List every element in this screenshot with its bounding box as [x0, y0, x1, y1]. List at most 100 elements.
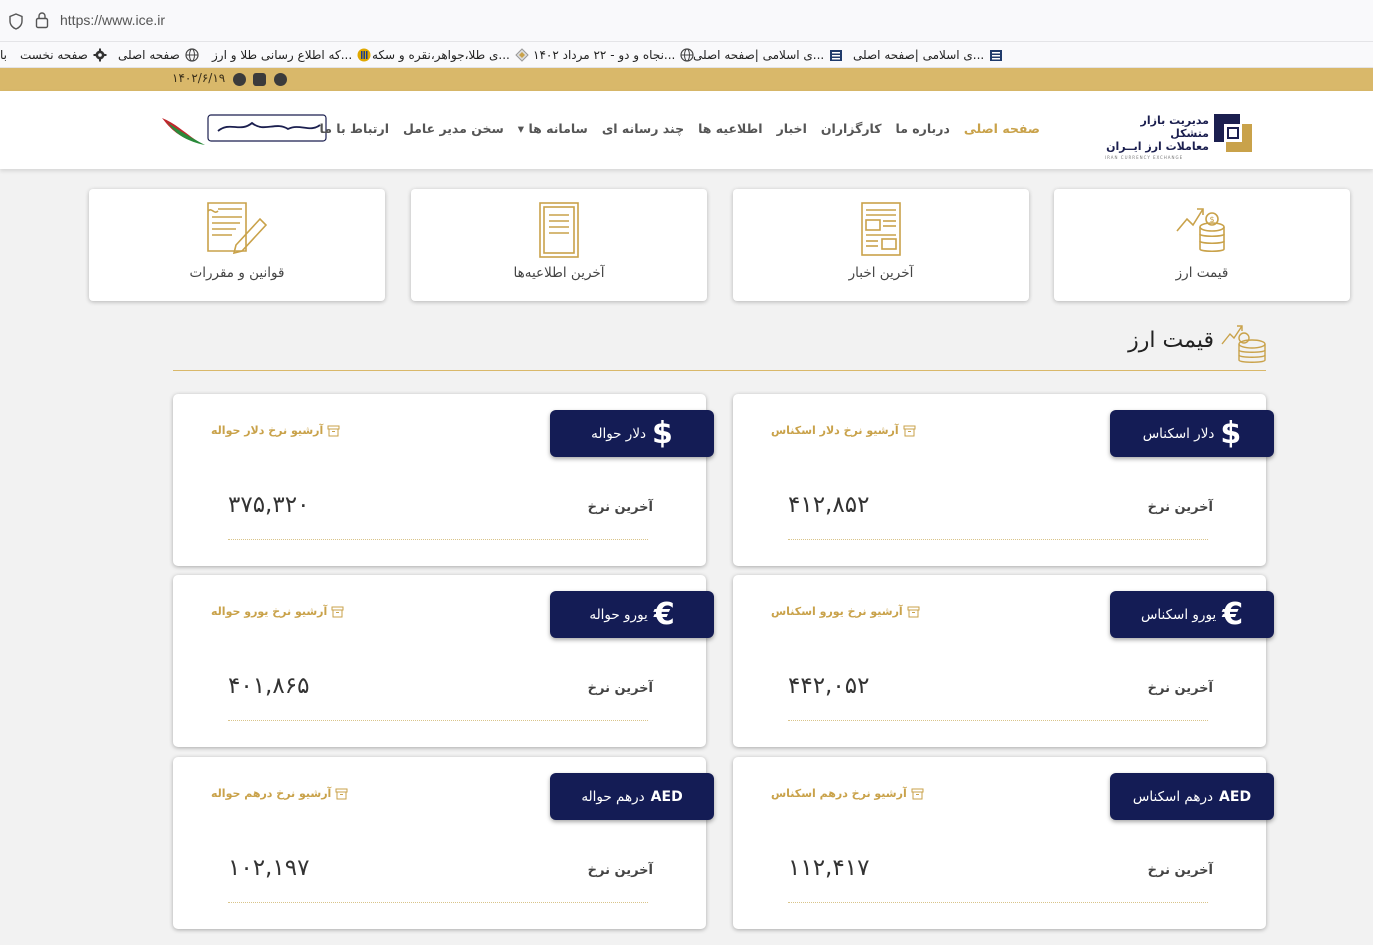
- rate-badge[interactable]: $ دلار حواله: [550, 410, 714, 457]
- archive-link[interactable]: آرشیو نرخ درهم اسکناس: [771, 787, 924, 800]
- rate-badge[interactable]: $ دلار اسکناس: [1110, 410, 1274, 457]
- last-rate-label: آخرین نرخ: [587, 500, 653, 515]
- category-card-announcements[interactable]: آخرین اطلاعیه‌ها: [411, 189, 707, 301]
- category-card-currency[interactable]: $ قیمت ارز: [1054, 189, 1350, 301]
- bookmark-label: ...ی اسلامی |صفحه اصلی: [853, 48, 985, 62]
- bookmarks-bar: با صفحه نخست صفحه اصلی ...که اطلاع رسانی…: [0, 42, 1373, 68]
- section-title: قیمت ارز: [1128, 328, 1214, 353]
- bookmark-label: ...ی طلا،جواهر،نقره و سکه: [372, 48, 510, 62]
- archive-label: آرشیو نرخ درهم حواله: [211, 787, 332, 800]
- rate-card-aed-transfer: AED درهم حواله آرشیو نرخ درهم حواله آخری…: [173, 757, 714, 929]
- currency-price-icon: [1221, 325, 1266, 363]
- logo-line3: IRAN CURRENCY EXCHANGE: [1105, 155, 1184, 160]
- url-field[interactable]: https://www.ice.ir: [60, 12, 165, 28]
- rate-value: ۴۴۲,۰۵۲: [788, 673, 870, 699]
- bookmark-label: صفحه اصلی: [118, 48, 180, 62]
- category-label: آخرین اخبار: [848, 265, 914, 281]
- main-nav: صفحه اصلی درباره ما کارگزاران اخبار اطلا…: [320, 121, 1041, 141]
- dotted-divider: [788, 902, 1208, 903]
- bookmark-item[interactable]: ...ی اسلامی |صفحه اصلی: [853, 46, 1003, 64]
- bookmark-item[interactable]: ...نجاه و دو - ۲۲ مرداد ۱۴۰۲: [533, 46, 694, 64]
- last-rate-label: آخرین نرخ: [587, 863, 653, 878]
- logo-mark-icon[interactable]: [1210, 110, 1256, 156]
- rate-badge[interactable]: € یورو اسکناس: [1110, 591, 1274, 638]
- rate-badge[interactable]: € یورو حواله: [550, 591, 714, 638]
- dotted-divider: [788, 720, 1208, 721]
- archive-link[interactable]: آرشیو نرخ یورو حواله: [211, 605, 344, 618]
- archive-label: آرشیو نرخ یورو اسکناس: [771, 605, 903, 618]
- nav-home[interactable]: صفحه اصلی: [964, 121, 1040, 141]
- aed-icon: AED: [1219, 788, 1252, 805]
- bookmark-label: ...نجاه و دو - ۲۲ مرداد ۱۴۰۲: [533, 48, 676, 62]
- top-info-strip: ۱۴۰۲/۶/۱۹: [0, 68, 1373, 91]
- instagram-icon[interactable]: [253, 73, 266, 86]
- lock-icon[interactable]: [35, 11, 49, 29]
- category-label: آخرین اطلاعیه‌ها: [513, 265, 605, 281]
- rate-badge[interactable]: AED درهم اسکناس: [1110, 773, 1274, 820]
- rate-value: ۴۱۲,۸۵۲: [788, 492, 870, 518]
- archive-label: آرشیو نرخ دلار حواله: [211, 424, 324, 437]
- dollar-icon: $: [652, 416, 673, 451]
- site-icon: [357, 48, 371, 62]
- nav-contact[interactable]: ارتباط با ما: [320, 121, 389, 141]
- bookmark-item[interactable]: با: [0, 46, 7, 64]
- bookmark-item[interactable]: ...که اطلاع رسانی طلا و ارز: [212, 46, 371, 64]
- rate-card-aed-cash: AED درهم اسکناس آرشیو نرخ درهم اسکناس آخ…: [733, 757, 1274, 929]
- nav-systems-label: سامانه ها: [528, 121, 588, 136]
- nav-brokers[interactable]: کارگزاران: [821, 121, 882, 141]
- section-divider: [173, 370, 1266, 371]
- slogan-banner[interactable]: [160, 103, 330, 153]
- rate-name: یورو حواله: [589, 606, 648, 623]
- last-rate-label: آخرین نرخ: [1147, 500, 1213, 515]
- rate-card-eur-transfer: € یورو حواله آرشیو نرخ یورو حواله آخرین …: [173, 575, 714, 747]
- category-card-news[interactable]: آخرین اخبار: [733, 189, 1029, 301]
- rate-name: درهم اسکناس: [1132, 788, 1214, 805]
- nav-multimedia[interactable]: چند رسانه ای: [602, 121, 684, 141]
- logo-line1: مدیریت بازار متشکل: [1140, 114, 1209, 140]
- last-rate-label: آخرین نرخ: [1147, 863, 1213, 878]
- rate-card-eur-cash: € یورو اسکناس آرشیو نرخ یورو اسکناس آخری…: [733, 575, 1274, 747]
- bookmark-item[interactable]: صفحه اصلی: [118, 46, 199, 64]
- rate-badge[interactable]: AED درهم حواله: [550, 773, 714, 820]
- building-icon: [829, 48, 843, 62]
- nav-news[interactable]: اخبار: [777, 121, 807, 141]
- archive-link[interactable]: آرشیو نرخ دلار اسکناس: [771, 424, 916, 437]
- bookmark-item[interactable]: صفحه نخست: [20, 46, 107, 64]
- bookmark-item[interactable]: ...ی اسلامی |صفحه اصلی: [693, 46, 843, 64]
- document-icon: [539, 202, 579, 258]
- svg-text:$: $: [1209, 215, 1214, 224]
- shield-icon[interactable]: [8, 13, 24, 30]
- archive-label: آرشیو نرخ یورو حواله: [211, 605, 328, 618]
- bookmark-item[interactable]: ...ی طلا،جواهر،نقره و سکه: [372, 46, 529, 64]
- last-rate-label: آخرین نرخ: [587, 681, 653, 696]
- euro-icon: €: [1222, 597, 1244, 632]
- contract-pen-icon: [207, 202, 268, 255]
- nav-about[interactable]: درباره ما: [896, 121, 950, 141]
- rate-card-usd-transfer: $ دلار حواله آرشیو نرخ دلار حواله آخرین …: [173, 394, 714, 566]
- archive-box-icon: [335, 788, 348, 799]
- archive-link[interactable]: آرشیو نرخ دلار حواله: [211, 424, 340, 437]
- logo-text[interactable]: مدیریت بازار متشکل معاملات ارز ایــران I…: [1105, 114, 1209, 160]
- nav-announcements[interactable]: اطلاعیه ها: [698, 121, 762, 141]
- archive-link[interactable]: آرشیو نرخ درهم حواله: [211, 787, 348, 800]
- telegram-icon[interactable]: [274, 73, 287, 86]
- rate-card-usd-cash: $ دلار اسکناس آرشیو نرخ دلار اسکناس آخری…: [733, 394, 1274, 566]
- rate-value: ۱۱۲,۴۱۷: [788, 855, 870, 881]
- nav-systems[interactable]: سامانه ها ▾: [518, 121, 588, 141]
- gear-icon: [93, 48, 107, 62]
- date-label: ۱۴۰۲/۶/۱۹: [172, 71, 226, 85]
- dotted-divider: [788, 539, 1208, 540]
- archive-box-icon: [907, 606, 920, 617]
- archive-box-icon: [911, 788, 924, 799]
- rate-value: ۴۰۱,۸۶۵: [228, 673, 310, 699]
- nav-ceo-message[interactable]: سخن مدیر عامل: [403, 121, 504, 141]
- archive-box-icon: [331, 606, 344, 617]
- category-label: قیمت ارز: [1175, 265, 1229, 281]
- bookmark-label: صفحه نخست: [20, 48, 88, 62]
- chevron-down-icon: ▾: [517, 121, 525, 136]
- archive-link[interactable]: آرشیو نرخ یورو اسکناس: [771, 605, 920, 618]
- dotted-divider: [228, 720, 648, 721]
- messenger-icon[interactable]: [233, 73, 246, 86]
- euro-icon: €: [653, 597, 675, 632]
- category-card-regulations[interactable]: قوانین و مقررات: [89, 189, 385, 301]
